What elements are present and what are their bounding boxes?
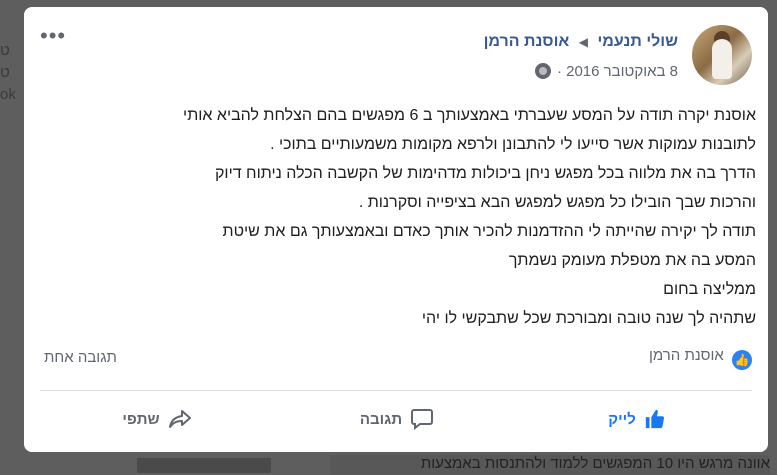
post-line: לתובנות עמוקות אשר סייעו לי להתבונן ולרפ…	[270, 136, 756, 153]
like-label: לייק	[608, 410, 636, 428]
post-line: שתהיה לך שנה טובה ומבורכת שכל שתבקשי לו …	[421, 310, 756, 327]
reaction-summary[interactable]: 👍 אוסנת הרמן	[649, 347, 752, 370]
background-left-fragment: ט ט ok	[0, 40, 24, 120]
background-bottom-text: אוונה מרגש היו 10 המפגשים ללמוד ולהתנסות…	[330, 455, 770, 475]
comment-count[interactable]: תגובה אחת	[44, 349, 117, 366]
avatar[interactable]	[692, 25, 752, 85]
post-line: ממליצה בחום	[663, 281, 756, 298]
share-label: שתפי	[122, 410, 160, 428]
like-icon	[644, 408, 666, 430]
post-stats: 👍 אוסנת הרמן תגובה אחת	[40, 347, 752, 373]
author-line: שולי תנעמי ◀ אוסנת הרמן	[484, 33, 678, 51]
post-meta: 8 באוקטובר 2016 ·	[534, 63, 678, 80]
comment-icon	[410, 408, 434, 430]
page-name[interactable]: אוסנת הרמן	[484, 33, 570, 50]
globe-icon[interactable]	[534, 63, 551, 79]
background-thumbnail	[137, 458, 271, 473]
action-bar: לייק תגובה שתפי	[40, 397, 752, 445]
post-line: המסע בה את מטפלת מעומק נשמתך	[508, 252, 756, 269]
post-line: הדרך בה את מלווה בכל מפגש ניחן ביכולות מ…	[214, 165, 756, 182]
post-date[interactable]: 8 באוקטובר 2016	[566, 63, 678, 80]
comment-button[interactable]: תגובה	[282, 397, 512, 441]
caret-icon: ◀	[578, 35, 589, 49]
post-body: אוסנת יקרה תודה על המסע שעברתי באמצעותך …	[44, 101, 756, 333]
post-line: והרכות שבך הובילו כל מפגש למפגש הבא בציפ…	[358, 194, 756, 211]
author-name[interactable]: שולי תנעמי	[597, 33, 678, 50]
post-line: תודה לך יקירה שהייתה לי ההזדמנות להכיר א…	[222, 223, 756, 240]
more-icon[interactable]: •••	[40, 25, 66, 47]
post-line: אוסנת יקרה תודה על המסע שעברתי באמצעותך …	[183, 107, 756, 124]
comment-label: תגובה	[359, 410, 403, 428]
reaction-name: אוסנת הרמן	[649, 347, 724, 364]
post-card: שולי תנעמי ◀ אוסנת הרמן 8 באוקטובר 2016 …	[24, 7, 768, 452]
background-text: ט	[0, 64, 10, 81]
action-divider	[40, 390, 752, 391]
background-text: ט	[0, 42, 10, 59]
like-badge-icon: 👍	[732, 350, 752, 370]
share-icon	[168, 408, 192, 430]
avatar-body-shape	[712, 39, 732, 79]
post-header: שולי תנעמי ◀ אוסנת הרמן 8 באוקטובר 2016 …	[52, 25, 752, 87]
background-text: ok	[0, 86, 16, 103]
share-button[interactable]: שתפי	[42, 397, 272, 441]
meta-separator: ·	[556, 63, 562, 80]
like-button[interactable]: לייק	[522, 397, 752, 441]
